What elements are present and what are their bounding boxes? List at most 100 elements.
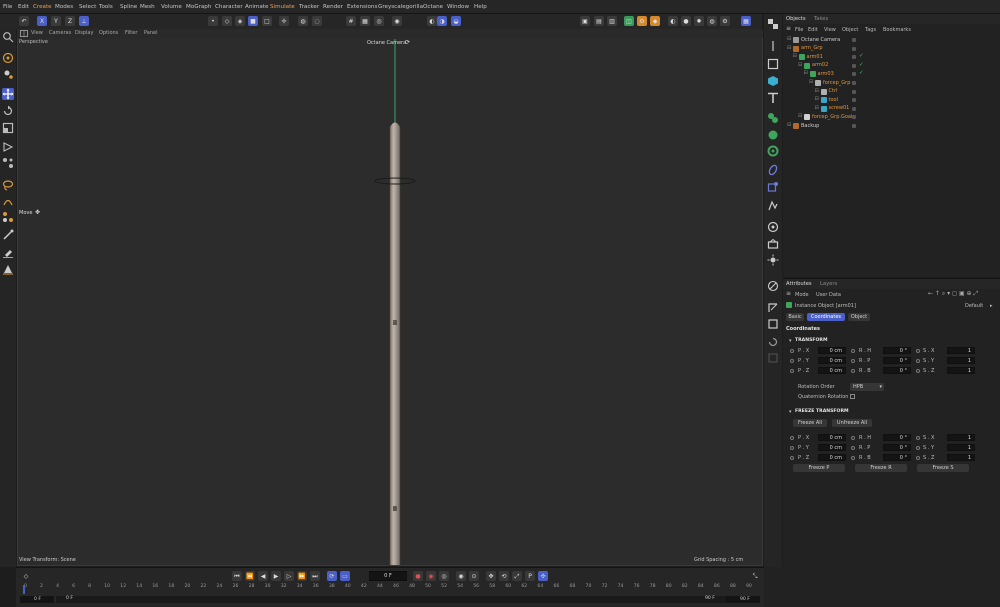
tweak-icon[interactable]: ◍ [298,16,308,26]
attributes-menu-mode[interactable]: Mode [795,292,809,298]
freeze-all-button[interactable]: Freeze All [793,419,827,427]
workplane-icon[interactable]: ◎ [374,16,384,26]
greyscale-icon[interactable]: ◍ [707,16,717,26]
animate-toggle-icon[interactable] [851,368,855,373]
render-settings-icon[interactable]: ▥ [607,16,617,26]
value-field[interactable]: 1 [947,347,975,354]
autokey-button[interactable]: ◉ [426,571,436,581]
value-field[interactable]: 0 cm [818,367,846,374]
knife-tool-icon[interactable] [2,211,14,223]
visibility-dot[interactable] [852,81,856,85]
end-frame-field[interactable]: 90 F [726,596,760,603]
value-field[interactable]: 0 cm [818,454,846,461]
transform-tool-icon[interactable] [2,141,14,153]
viewport-menu-panel[interactable]: Panel [144,30,158,36]
record-rotate-button[interactable]: ⟲ [499,571,509,581]
viewport-menu-view[interactable]: View [31,30,43,36]
value-field[interactable]: 1 [947,454,975,461]
freeze-p-button[interactable]: Freeze P [793,464,845,472]
objects-menu-object[interactable]: Object [842,27,858,33]
text-icon[interactable] [767,92,779,104]
expand-toggle-icon[interactable]: ⊟ [809,80,813,85]
snap-settings-icon[interactable]: ▦ [360,16,370,26]
light-icon[interactable] [767,254,779,266]
octane-icon-3[interactable]: ◒ [451,16,461,26]
cursor-icon[interactable] [767,40,779,52]
object-row[interactable]: ⊟ Ctrl [783,88,1000,97]
expand-toggle-icon[interactable]: ⊟ [804,71,808,76]
visibility-dot[interactable] [852,55,856,60]
polygons-mode-icon[interactable]: ◈ [235,16,245,26]
next-frame-button[interactable]: ▷ [284,571,294,581]
value-field[interactable]: 1 [947,434,975,441]
rotation-order-dropdown[interactable]: HPB ▾ [850,383,884,391]
preview-range-button[interactable]: ▭ [340,571,350,581]
preset-dropdown[interactable]: Default [965,303,983,309]
brush-icon[interactable] [2,229,14,241]
menu-simulate[interactable]: Simulate [270,4,295,10]
expand-toggle-icon[interactable]: ⊟ [787,45,791,51]
loop-button[interactable]: ⟳ [327,571,337,581]
next-key-button[interactable]: ⏩ [297,571,307,581]
octane-icon-2[interactable]: ◑ [437,16,447,26]
animate-toggle-icon[interactable] [916,445,920,450]
axis-x-button[interactable]: X [37,16,47,26]
go-to-start-button[interactable]: ⏮ [232,571,242,581]
menu-greyscalegorilla[interactable]: Greyscalegorilla [378,4,423,10]
soft-selection-icon[interactable]: ◌ [312,16,322,26]
mograph-cloner-icon[interactable] [767,112,779,124]
menu-mograph[interactable]: MoGraph [186,4,211,10]
object-row[interactable]: ⊟ screw01 [783,105,1000,114]
scale-tool-icon[interactable] [2,122,14,134]
expand-toggle-icon[interactable]: ⊟ [815,88,819,94]
octane-material-icon[interactable]: ◆ [650,16,660,26]
visibility-dot[interactable] [852,98,856,103]
menu-tools[interactable]: Tools [99,4,113,10]
viewport-layout-icon[interactable] [20,30,28,37]
animate-toggle-icon[interactable] [916,358,920,363]
menu-help[interactable]: Help [474,4,487,10]
generator-icon[interactable] [767,181,779,193]
scene-icon[interactable] [767,238,779,250]
value-field[interactable]: 1 [947,367,975,374]
visibility-dot[interactable] [852,89,856,94]
coordinate-system-button[interactable]: ⟂ [79,16,89,26]
tab-basic[interactable]: Basic [786,313,804,321]
record-param-button[interactable]: P [525,571,535,581]
animate-toggle-icon[interactable] [851,435,855,440]
uv-mode-icon[interactable]: □ [262,16,272,26]
animate-toggle-icon[interactable] [916,435,920,440]
object-row[interactable]: ⊟ arm03 ✓ [783,70,1000,79]
color-icon[interactable]: ● [681,16,691,26]
animate-toggle-icon[interactable] [790,435,794,440]
attributes-nav-icons[interactable]: ← ↑ ⌕ ▾ ◻ ▣ ⊕ ⤢ [928,291,978,297]
deformer-icon[interactable] [767,129,779,141]
viewport-menu-options[interactable]: Options [99,30,118,36]
previous-frame-button[interactable]: ◀ [258,571,268,581]
lasso-tool-icon[interactable] [2,179,14,191]
axis-y-button[interactable]: Y [51,16,61,26]
model-mode-icon[interactable]: ■ [248,16,258,26]
viewport-canvas[interactable]: Perspective Octane Camera ⟳ Move ✥ View … [18,39,762,565]
enable-check-icon[interactable]: ✓ [859,71,864,77]
preset-chevron-icon[interactable]: ▸ [990,303,993,309]
menu-edit[interactable]: Edit [18,4,29,10]
animate-toggle-icon[interactable] [851,445,855,450]
expand-toggle-icon[interactable]: ⊟ [798,62,802,68]
visibility-dot[interactable] [852,38,856,42]
playhead[interactable] [23,585,25,594]
object-row[interactable]: ⊟ forcep_Grp.Goal [783,113,1000,122]
object-row[interactable]: ⊟ Octane Camera [783,36,1000,45]
download-icon[interactable] [767,352,779,364]
placement-tool-icon[interactable] [2,157,14,169]
paint-icon[interactable] [2,246,14,258]
range-slider[interactable]: 0 F 90 F [56,596,746,603]
menu-extensions[interactable]: Extensions [347,4,377,10]
menu-mesh[interactable]: Mesh [140,4,155,10]
octane-settings-icon[interactable]: ⚙ [637,16,647,26]
value-field[interactable]: 0 ° [883,347,911,354]
animate-toggle-icon[interactable] [790,368,794,373]
attributes-menu-icon[interactable]: ≡ [786,291,791,297]
visibility-dot[interactable] [852,106,856,111]
expand-toggle-icon[interactable]: ⊟ [787,123,791,128]
